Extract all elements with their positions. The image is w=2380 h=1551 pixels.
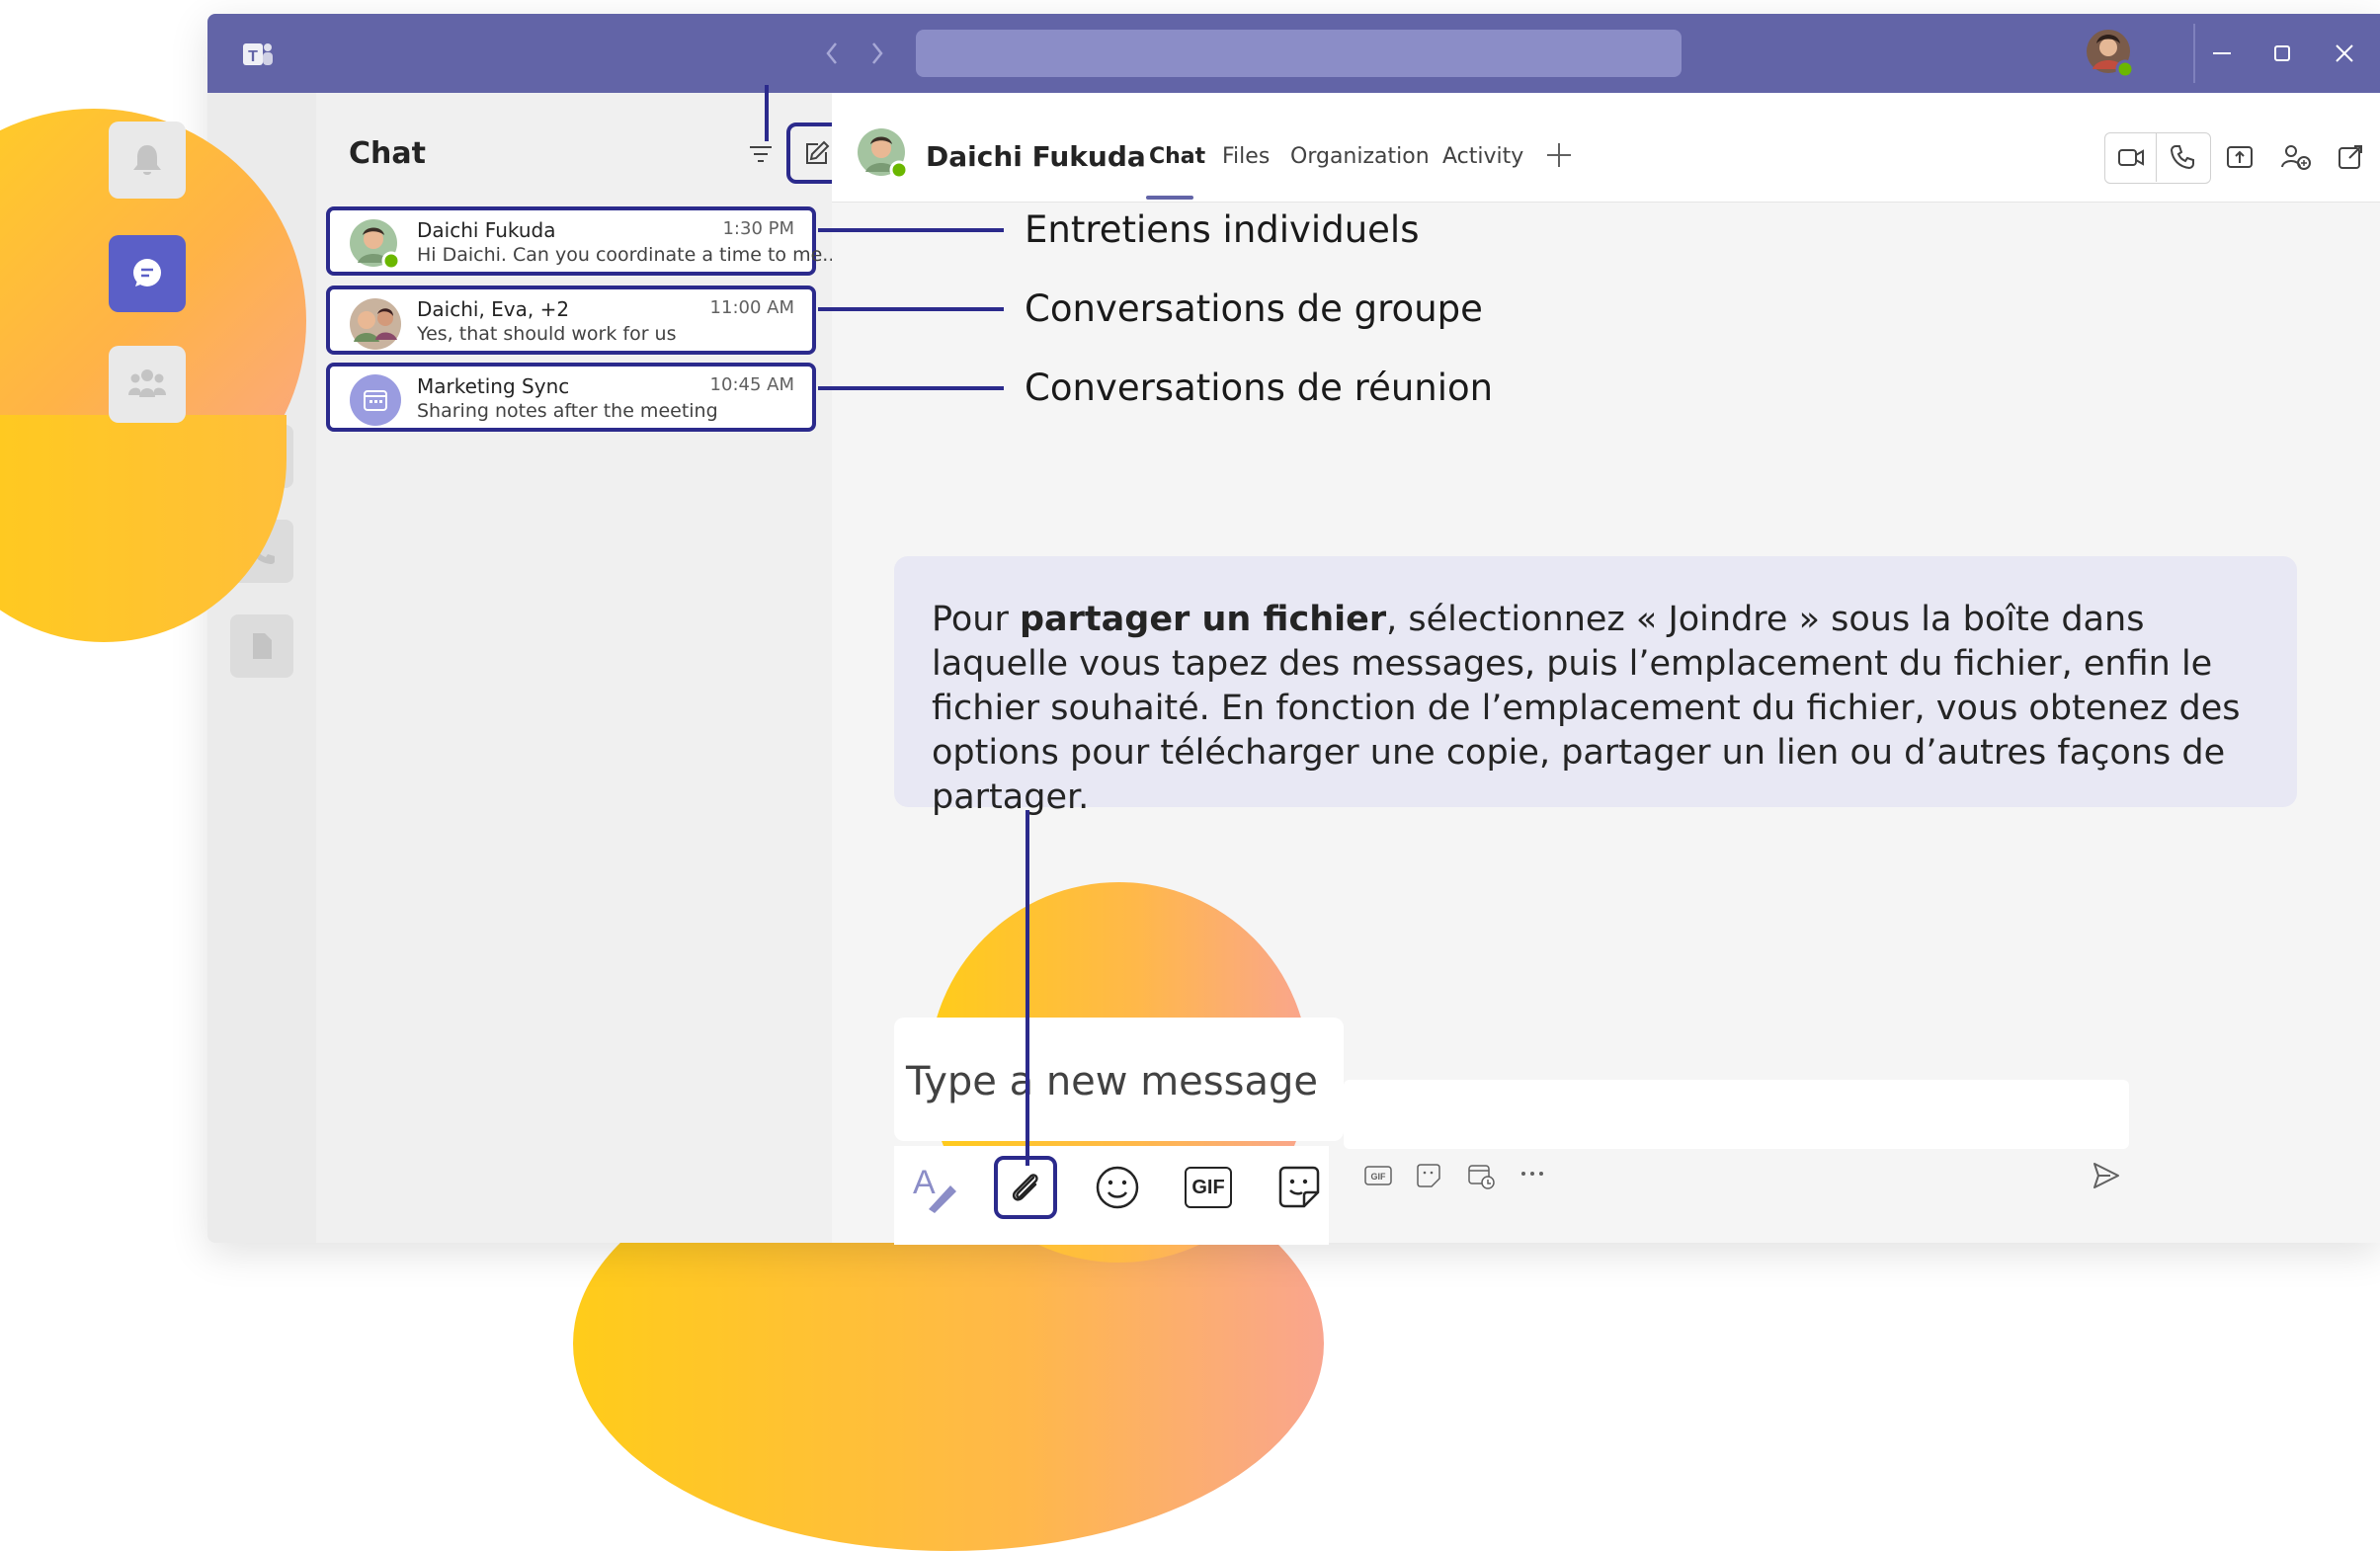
chat-item-time: 10:45 AM [709,374,794,395]
new-chat-pointer-line [765,85,769,141]
conversation-header: Daichi Fukuda Chat Files Organization Ac… [832,93,2380,203]
minimize-icon[interactable] [2210,41,2234,65]
svg-text:A: A [913,1164,936,1201]
conversation-title: Daichi Fukuda [926,140,1146,173]
sticker-icon [1278,1166,1320,1208]
call-group-divider [2156,132,2157,182]
more-options-icon[interactable] [1518,1164,1547,1184]
avatar [348,217,403,273]
calendar-icon [364,390,387,411]
compose-box[interactable] [1344,1080,2129,1149]
annotation-line-group [818,307,1004,311]
sticker-small-icon[interactable] [1415,1162,1442,1189]
chat-icon [133,259,161,286]
emoji-button[interactable] [1086,1156,1149,1219]
add-people-icon[interactable] [2280,142,2312,172]
chat-item-time: 1:30 PM [722,218,794,239]
audio-call-icon[interactable] [2168,142,2197,172]
format-button[interactable]: A [901,1156,964,1219]
chat-item-meeting[interactable]: Marketing Sync 10:45 AM Sharing notes af… [326,363,816,432]
search-bar[interactable] [916,30,1682,77]
conversation-avatar [856,126,911,182]
rail-files-button[interactable] [230,614,293,678]
annotation-group: Conversations de groupe [1025,287,1483,330]
back-icon[interactable] [822,40,842,67]
emoji-icon [1096,1166,1139,1209]
chat-item-daichi[interactable]: Daichi Fukuda 1:30 PM Hi Daichi. Can you… [326,206,840,276]
chat-list-pane: Chat Daichi Fukuda 1:30 PM Hi Daichi. Ca… [316,85,848,1243]
chat-item-group[interactable]: Daichi, Eva, +2 11:00 AM Yes, that shoul… [326,286,816,355]
video-call-icon[interactable] [2116,142,2146,172]
attach-pointer-line [1026,810,1029,1166]
tab-files[interactable]: Files [1222,144,1270,169]
forward-icon[interactable] [867,40,887,67]
pop-out-icon[interactable] [2336,142,2365,172]
title-bar: T [207,14,2380,93]
annotation-one-on-one: Entretiens individuels [1025,208,1420,251]
callout-text-part1: Pour [932,600,1020,639]
callout-text: Pour partager un fichier, sélectionnez «… [932,598,2275,820]
compose-icon [806,140,830,164]
chat-item-preview: Hi Daichi. Can you coordinate a time to … [417,244,841,266]
bell-icon [133,145,161,175]
callout-text-bold: partager un fichier [1019,600,1387,639]
titlebar-divider [2193,24,2195,83]
annotation-line-one-on-one [818,228,1004,232]
annotation-line-meeting [818,386,1004,390]
paperclip-icon [1012,1174,1038,1201]
gif-icon: GIF [1185,1167,1232,1208]
chat-item-name: Marketing Sync [417,374,570,398]
tab-organization[interactable]: Organization [1290,144,1430,169]
chat-item-time: 11:00 AM [709,297,794,318]
compose-placeholder: Type a new message [906,1059,1318,1104]
user-avatar[interactable] [2085,28,2136,79]
teams-icon [128,369,166,397]
file-icon [253,633,272,659]
tab-chat[interactable]: Chat [1149,144,1205,169]
chat-item-name: Daichi Fukuda [417,218,556,242]
chat-list-title: Chat [349,136,426,171]
rail-teams-button[interactable] [109,346,186,423]
maximize-icon[interactable] [2270,41,2294,65]
close-icon[interactable] [2333,41,2356,65]
gif-button[interactable]: GIF [1177,1156,1240,1219]
group-avatar [348,296,403,352]
instruction-callout: Pour partager un fichier, sélectionnez «… [894,556,2297,817]
annotation-meeting: Conversations de réunion [1025,367,1494,409]
format-icon: A [913,1164,956,1213]
rail-activity-button[interactable] [109,122,186,199]
active-tab-indicator [1146,196,1193,200]
attach-button[interactable] [994,1156,1057,1219]
chat-item-name: Daichi, Eva, +2 [417,297,570,321]
share-screen-icon[interactable] [2225,142,2255,172]
svg-text:T: T [248,48,258,65]
rail-chat-button[interactable] [109,235,186,312]
meeting-avatar [350,374,401,426]
teams-logo-icon: T [241,38,275,71]
add-tab-icon[interactable] [1544,140,1574,170]
send-icon[interactable] [2091,1160,2122,1191]
filter-icon[interactable] [747,140,775,168]
tab-activity[interactable]: Activity [1442,144,1523,169]
chat-item-preview: Sharing notes after the meeting [417,400,718,422]
schedule-meeting-icon[interactable] [1466,1162,1496,1191]
sticker-button[interactable] [1268,1156,1331,1219]
svg-text:GIF: GIF [1371,1172,1387,1182]
gif-small-icon[interactable]: GIF [1363,1164,1393,1187]
chat-item-preview: Yes, that should work for us [417,323,677,345]
